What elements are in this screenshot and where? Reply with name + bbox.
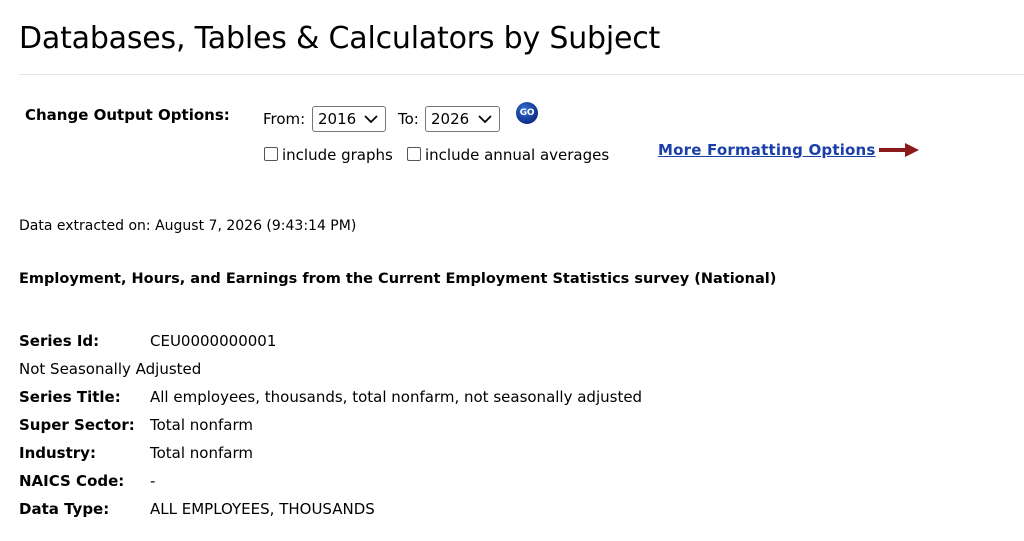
to-label: To: xyxy=(398,110,419,128)
super-sector-label: Super Sector: xyxy=(19,416,135,434)
include-graphs-label: include graphs xyxy=(282,146,393,164)
chevron-down-icon xyxy=(364,115,378,124)
industry-value: Total nonfarm xyxy=(150,444,253,462)
industry-label: Industry: xyxy=(19,444,96,462)
series-id-row: Series Id: CEU0000000001 xyxy=(19,330,276,352)
series-title-value: All employees, thousands, total nonfarm,… xyxy=(150,388,643,406)
output-options-label: Change Output Options: xyxy=(25,106,230,124)
include-annual-averages-option[interactable]: include annual averages xyxy=(407,146,609,164)
include-annual-averages-label: include annual averages xyxy=(425,146,610,164)
to-year-select[interactable]: 2026 xyxy=(425,106,500,132)
data-type-row: Data Type: ALL EMPLOYEES, THOUSANDS xyxy=(19,498,375,520)
from-year-value: 2016 xyxy=(318,110,357,128)
more-formatting-options-link[interactable]: More Formatting Options xyxy=(658,141,919,159)
seasonal-adjustment-row: Not Seasonally Adjusted xyxy=(19,358,201,380)
more-formatting-options-label: More Formatting Options xyxy=(658,141,876,159)
series-id-value: CEU0000000001 xyxy=(150,332,277,350)
include-graphs-checkbox[interactable] xyxy=(264,147,278,161)
arrow-right-icon xyxy=(878,143,919,157)
industry-row: Industry: Total nonfarm xyxy=(19,442,253,464)
survey-title: Employment, Hours, and Earnings from the… xyxy=(19,271,777,287)
series-title-label: Series Title: xyxy=(19,388,121,406)
include-graphs-option[interactable]: include graphs xyxy=(264,146,393,164)
series-id-label: Series Id: xyxy=(19,332,100,350)
naics-code-label: NAICS Code: xyxy=(19,472,125,490)
super-sector-row: Super Sector: Total nonfarm xyxy=(19,414,253,436)
go-button[interactable]: GO xyxy=(516,102,538,124)
to-year-value: 2026 xyxy=(431,110,470,128)
naics-code-value: - xyxy=(150,472,156,490)
seasonal-adjustment-text: Not Seasonally Adjusted xyxy=(19,360,202,378)
from-label: From: xyxy=(263,110,306,128)
data-extracted-timestamp: Data extracted on: August 7, 2026 (9:43:… xyxy=(19,218,357,234)
page-title: Databases, Tables & Calculators by Subje… xyxy=(19,21,661,56)
chevron-down-icon xyxy=(478,115,492,124)
super-sector-value: Total nonfarm xyxy=(150,416,253,434)
include-annual-averages-checkbox[interactable] xyxy=(407,147,421,161)
naics-code-row: NAICS Code: - xyxy=(19,470,155,492)
title-divider xyxy=(19,74,1024,75)
data-type-value: ALL EMPLOYEES, THOUSANDS xyxy=(150,500,375,518)
from-year-select[interactable]: 2016 xyxy=(312,106,386,132)
series-title-row: Series Title: All employees, thousands, t… xyxy=(19,386,642,408)
data-type-label: Data Type: xyxy=(19,500,110,518)
